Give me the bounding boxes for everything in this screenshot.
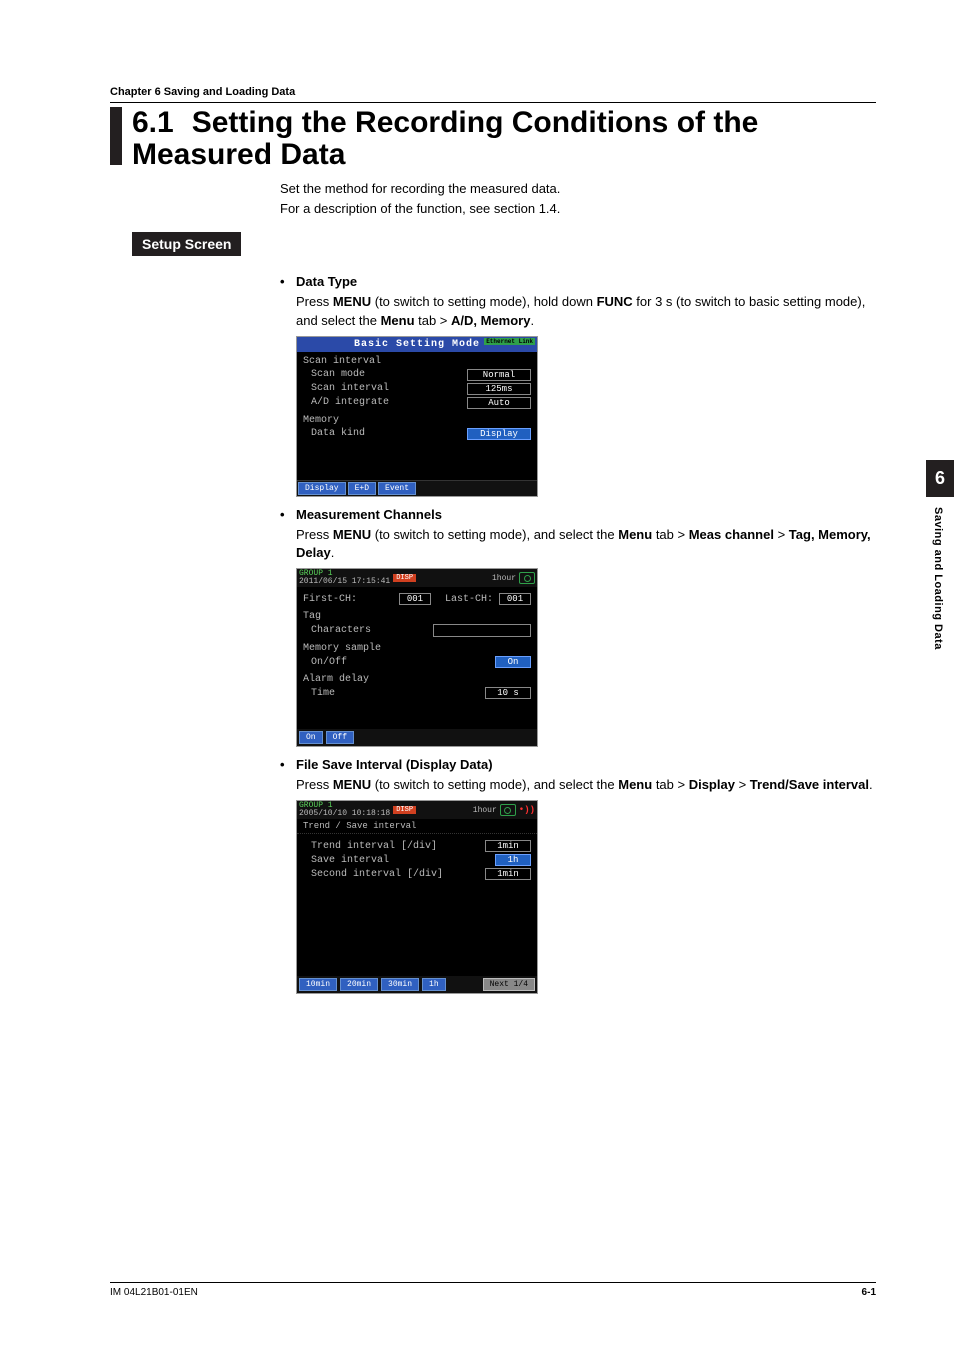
- bullet-title: Data Type: [296, 274, 357, 289]
- lcd-value: 1min: [485, 840, 531, 852]
- screenshot-meas-channel: GROUP 1 2011/06/15 17:15:41 DISP 1hour F…: [296, 568, 538, 747]
- lcd-field-label: Scan mode: [303, 369, 365, 381]
- intro-line: For a description of the function, see s…: [280, 200, 876, 218]
- bullet-description: Press MENU (to switch to setting mode), …: [296, 526, 876, 562]
- lcd-value: Normal: [467, 369, 531, 381]
- lcd-field-label: Scan interval: [303, 383, 389, 395]
- page-number: 6-1: [862, 1287, 876, 1298]
- bullet-icon: •: [280, 757, 296, 772]
- softkey-next: Next 1/4: [483, 978, 535, 991]
- bullet-item: • File Save Interval (Display Data): [280, 757, 876, 772]
- softkey: Off: [326, 731, 354, 744]
- lcd-timestamp: 2005/10/10 10:18:18: [299, 810, 390, 818]
- lcd-hour: 1hour: [492, 574, 516, 583]
- lcd-field-label: Trend interval [/div]: [303, 841, 479, 852]
- lcd-value: Auto: [467, 397, 531, 409]
- lcd-value: 1min: [485, 868, 531, 880]
- lcd-group-label: Memory sample: [303, 643, 531, 654]
- bullet-description: Press MENU (to switch to setting mode), …: [296, 776, 876, 794]
- lcd-group-label: Tag: [303, 611, 531, 622]
- side-tab: 6 Saving and Loading Data: [926, 460, 954, 660]
- bullet-icon: •: [280, 274, 296, 289]
- lcd-field-label: Save interval: [303, 855, 489, 866]
- lcd-field-label: First-CH:: [303, 594, 393, 605]
- lcd-value-selected: On: [495, 656, 531, 668]
- lcd-header: GROUP 1 2011/06/15 17:15:41 DISP 1hour: [297, 569, 537, 587]
- lcd-field-label: On/Off: [303, 657, 489, 668]
- intro-line: Set the method for recording the measure…: [280, 180, 876, 198]
- bullet-item: • Data Type: [280, 274, 876, 289]
- softkey: Event: [378, 482, 416, 495]
- chapter-header: Chapter 6 Saving and Loading Data: [110, 86, 876, 98]
- softkey: 10min: [299, 978, 337, 991]
- softkey: 20min: [340, 978, 378, 991]
- section-number: 6.1: [132, 106, 174, 139]
- lcd-group-label: Scan interval: [303, 356, 531, 367]
- lcd-field-label: Data kind: [303, 428, 365, 440]
- lcd-timestamp: 2011/06/15 17:15:41: [299, 578, 390, 586]
- lcd-group-label: Alarm delay: [303, 674, 531, 685]
- ethernet-badge: Ethernet Link: [484, 338, 535, 345]
- lcd-value: 001: [499, 593, 531, 605]
- lcd-field-label: Time: [303, 688, 479, 699]
- lcd-subheader: Trend / Save interval: [297, 819, 537, 834]
- lcd-value: 125ms: [467, 383, 531, 395]
- lcd-field-label: Second interval [/div]: [303, 869, 479, 880]
- lcd-value-selected: Display: [467, 428, 531, 440]
- bullet-description: Press MENU (to switch to setting mode), …: [296, 293, 876, 329]
- lcd-value: 001: [399, 593, 431, 605]
- lcd-field-label: Characters: [303, 625, 427, 636]
- lcd-hour: 1hour: [473, 806, 497, 815]
- lcd-value: 10 s: [485, 687, 531, 699]
- lcd-field-label: A/D integrate: [303, 397, 389, 409]
- bullet-title: File Save Interval (Display Data): [296, 757, 493, 772]
- bullet-title: Measurement Channels: [296, 507, 442, 522]
- lcd-softkeys: Display E+D Event: [297, 480, 537, 496]
- page-footer: IM 04L21B01-01EN 6-1: [110, 1282, 876, 1298]
- lcd-header: GROUP 1 2005/10/10 10:18:18 DISP 1hour •…: [297, 801, 537, 819]
- chapter-tab-label: Saving and Loading Data: [926, 497, 950, 660]
- lcd-value-selected: 1h: [495, 854, 531, 866]
- lcd-title-bar: Basic Setting Mode Ethernet Link: [297, 337, 537, 352]
- camera-icon: [500, 804, 516, 816]
- title-ornament: [110, 107, 122, 165]
- section-heading: Setting the Recording Conditions of the …: [132, 106, 758, 171]
- divider: [110, 102, 876, 103]
- softkey: 30min: [381, 978, 419, 991]
- section-title: 6.1Setting the Recording Conditions of t…: [110, 107, 876, 170]
- bullet-item: • Measurement Channels: [280, 507, 876, 522]
- bullet-icon: •: [280, 507, 296, 522]
- lcd-softkeys: On Off: [297, 729, 537, 746]
- lcd-field-label: Last-CH:: [445, 594, 493, 605]
- rec-icon: •)): [519, 805, 535, 815]
- camera-icon: [519, 572, 535, 584]
- lcd-input: [433, 624, 531, 637]
- screenshot-trend-save: GROUP 1 2005/10/10 10:18:18 DISP 1hour •…: [296, 800, 538, 994]
- lcd-group-label: Memory: [303, 415, 531, 426]
- screenshot-basic-setting: Basic Setting Mode Ethernet Link Scan in…: [296, 336, 538, 497]
- doc-id: IM 04L21B01-01EN: [110, 1287, 198, 1298]
- softkey: E+D: [348, 482, 376, 495]
- disp-badge: DISP: [393, 806, 416, 814]
- lcd-softkeys: 10min 20min 30min 1h Next 1/4: [297, 976, 537, 993]
- softkey: 1h: [422, 978, 446, 991]
- chapter-tab-number: 6: [926, 460, 954, 497]
- disp-badge: DISP: [393, 574, 416, 582]
- softkey: Display: [298, 482, 346, 495]
- intro-text: Set the method for recording the measure…: [280, 180, 876, 218]
- setup-screen-label: Setup Screen: [132, 232, 241, 256]
- softkey: On: [299, 731, 323, 744]
